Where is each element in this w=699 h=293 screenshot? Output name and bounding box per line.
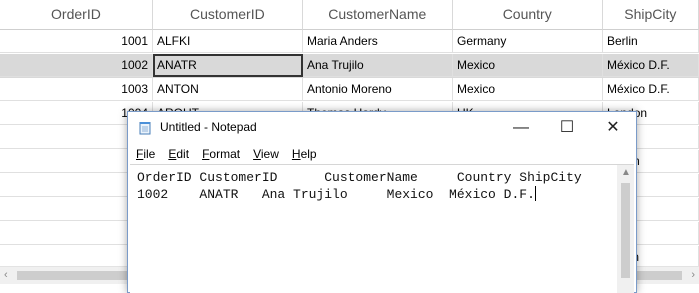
cell-customerid-focused[interactable]: ANATR bbox=[153, 54, 303, 77]
text-line: 1002 ANATR Ana Trujilo Mexico México D.F… bbox=[137, 187, 535, 202]
cell-shipcity[interactable]: México D.F. bbox=[603, 54, 699, 77]
column-header-customerid[interactable]: CustomerID bbox=[152, 0, 303, 30]
column-header-customername[interactable]: CustomerName bbox=[302, 0, 453, 30]
scroll-left-icon[interactable]: ‹ bbox=[4, 269, 8, 281]
scroll-up-icon[interactable]: ▲ bbox=[621, 167, 631, 178]
notepad-icon bbox=[139, 122, 151, 135]
cell-orderid[interactable]: 1003 bbox=[0, 78, 153, 101]
menu-help[interactable]: Help bbox=[284, 144, 322, 164]
column-header-country[interactable]: Country bbox=[452, 0, 603, 30]
cell-customername[interactable]: Antonio Moreno bbox=[303, 78, 453, 101]
text-caret bbox=[534, 186, 536, 201]
table-row[interactable]: 1001 ALFKI Maria Anders Germany Berlin bbox=[0, 30, 699, 54]
table-row[interactable]: 1003 ANTON Antonio Moreno Mexico México … bbox=[0, 78, 699, 102]
window-title: Untitled - Notepad bbox=[160, 120, 257, 134]
menu-bar: File Edit Format View Help bbox=[128, 144, 636, 164]
cell-orderid[interactable]: 1002 bbox=[0, 54, 153, 77]
notepad-text-area[interactable]: OrderID CustomerID CustomerName Country … bbox=[130, 164, 634, 293]
cell-customername[interactable]: Maria Anders bbox=[303, 30, 453, 53]
scrollbar-thumb[interactable] bbox=[621, 183, 630, 278]
text-line: OrderID CustomerID CustomerName Country … bbox=[137, 170, 582, 185]
notepad-content[interactable]: OrderID CustomerID CustomerName Country … bbox=[137, 169, 582, 203]
close-button[interactable]: ✕ bbox=[590, 112, 636, 144]
cell-customername[interactable]: Ana Trujilo bbox=[303, 54, 453, 77]
cell-shipcity[interactable]: México D.F. bbox=[603, 78, 699, 101]
notepad-vertical-scrollbar[interactable]: ▲ bbox=[617, 165, 634, 293]
cell-country[interactable]: Germany bbox=[453, 30, 603, 53]
menu-edit[interactable]: Edit bbox=[160, 144, 194, 164]
column-header-orderid[interactable]: OrderID bbox=[0, 0, 153, 30]
cell-country[interactable]: Mexico bbox=[453, 54, 603, 77]
cell-shipcity[interactable]: Berlin bbox=[603, 30, 699, 53]
minimize-button[interactable]: — bbox=[498, 112, 544, 144]
menu-file[interactable]: File bbox=[128, 144, 160, 164]
notepad-window[interactable]: Untitled - Notepad — ☐ ✕ File Edit Forma… bbox=[127, 111, 637, 293]
cell-country[interactable]: Mexico bbox=[453, 78, 603, 101]
cell-orderid[interactable]: 1001 bbox=[0, 30, 153, 53]
column-header-shipcity[interactable]: ShipCity bbox=[602, 0, 699, 30]
table-row-selected[interactable]: 1002 ANATR Ana Trujilo Mexico México D.F… bbox=[0, 54, 699, 78]
notepad-title-bar[interactable]: Untitled - Notepad — ☐ ✕ bbox=[128, 112, 636, 144]
menu-view[interactable]: View bbox=[245, 144, 284, 164]
cell-customerid[interactable]: ANTON bbox=[153, 78, 303, 101]
menu-format[interactable]: Format bbox=[194, 144, 245, 164]
maximize-button[interactable]: ☐ bbox=[544, 112, 590, 144]
grid-header-row: OrderID CustomerID CustomerName Country … bbox=[0, 0, 699, 30]
cell-customerid[interactable]: ALFKI bbox=[153, 30, 303, 53]
scroll-right-icon[interactable]: › bbox=[691, 269, 695, 281]
